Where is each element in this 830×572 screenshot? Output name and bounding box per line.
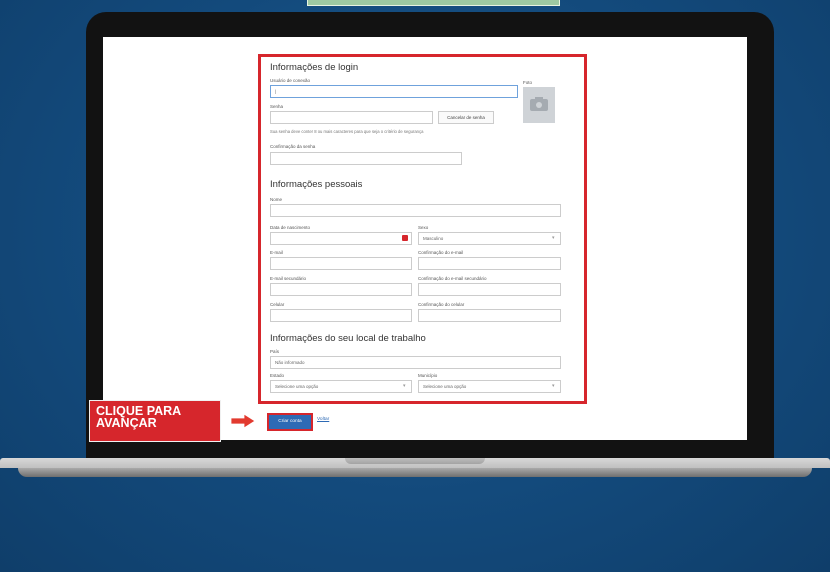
name-label: Nome	[270, 197, 283, 202]
city-label: Município	[418, 373, 438, 378]
personal-section-title: Informações pessoais	[270, 179, 363, 190]
secondary-email-confirm-input[interactable]	[418, 283, 561, 296]
camera-icon	[530, 97, 548, 111]
create-account-button[interactable]: Criar conta	[267, 413, 313, 431]
country-input[interactable]: Não informado	[270, 356, 561, 369]
cellphone-input[interactable]	[270, 309, 412, 322]
photo-label: Foto	[523, 80, 533, 85]
password-confirm-input[interactable]	[270, 152, 462, 165]
password-button[interactable]: Cancelar de senha	[438, 111, 494, 124]
username-input[interactable]: |	[270, 85, 518, 98]
cellphone-confirm-label: Confirmação do celular	[418, 302, 465, 307]
login-section-title: Informações de login	[270, 62, 359, 73]
state-label: Estado	[270, 373, 285, 378]
secondary-email-confirm-label: Confirmação do e-mail secundário	[418, 276, 487, 281]
calendar-icon[interactable]	[402, 235, 408, 241]
work-section-title: Informações do seu local de trabalho	[270, 333, 426, 344]
photo-upload[interactable]	[523, 87, 555, 123]
secondary-email-label: E-mail secundário	[270, 276, 307, 281]
email-label: E-mail	[270, 250, 283, 255]
back-link[interactable]: Voltar	[317, 417, 329, 422]
password-input[interactable]	[270, 111, 433, 124]
email-confirm-label: Confirmação do e-mail	[418, 250, 464, 255]
chevron-down-icon: ▾	[552, 383, 555, 389]
birthdate-label: Data de nascimento	[270, 225, 311, 230]
username-label: Usuário de conexão	[270, 78, 311, 83]
secondary-email-input[interactable]	[270, 283, 412, 296]
laptop-base-shadow	[18, 468, 812, 477]
birthdate-input[interactable]	[270, 232, 412, 245]
country-label: País	[270, 349, 280, 354]
sex-select[interactable]: Masculino	[418, 232, 561, 245]
cellphone-confirm-input[interactable]	[418, 309, 561, 322]
registration-form-highlight: Informações de login Usuário de conexão …	[258, 54, 587, 404]
email-input[interactable]	[270, 257, 412, 270]
email-confirm-input[interactable]	[418, 257, 561, 270]
sex-label: Sexo	[418, 225, 429, 230]
password-help-text: Sua senha deve conter 8 ou mais caracter…	[270, 129, 424, 134]
arrow-right-icon	[231, 414, 255, 428]
click-to-advance-callout: CLIQUE PARA AVANÇAR	[89, 400, 221, 442]
laptop-screen: Informações de login Usuário de conexão …	[103, 37, 747, 440]
city-select[interactable]: Selecione uma opção	[418, 380, 561, 393]
name-input[interactable]	[270, 204, 561, 217]
cellphone-label: Celular	[270, 302, 285, 307]
password-confirm-label: Confirmação da senha	[270, 144, 316, 149]
password-label: Senha	[270, 104, 284, 109]
callout-line-2: AVANÇAR	[96, 416, 157, 430]
chevron-down-icon: ▾	[403, 383, 406, 389]
state-select[interactable]: Selecione uma opção	[270, 380, 412, 393]
laptop-notch	[345, 458, 485, 464]
chevron-down-icon: ▾	[552, 235, 555, 241]
top-tab-decoration	[307, 0, 560, 6]
